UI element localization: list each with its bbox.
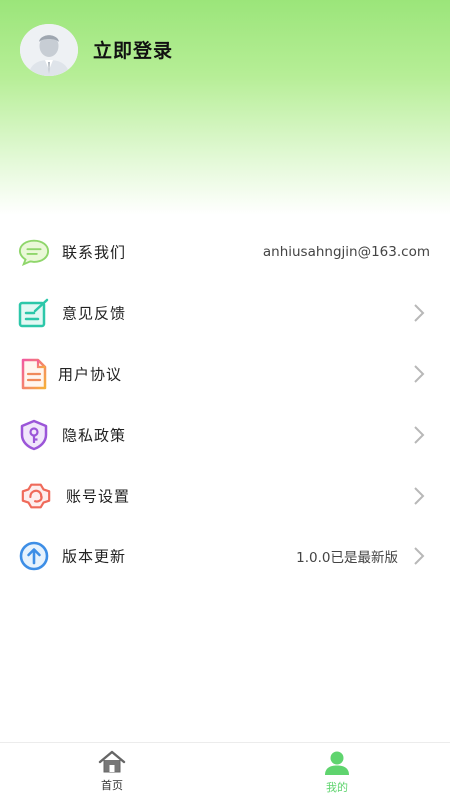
tab-mine[interactable]: 我的 xyxy=(277,743,397,800)
menu-label: 版本更新 xyxy=(62,547,127,566)
menu-label: 账号设置 xyxy=(66,487,131,506)
avatar[interactable] xyxy=(20,24,78,76)
menu-item-contact[interactable]: 联系我们 anhiusahngjin@163.com xyxy=(0,222,450,283)
user-avatar-icon xyxy=(20,24,78,76)
chat-bubble-icon xyxy=(18,236,50,268)
menu-item-feedback[interactable]: 意见反馈 xyxy=(0,283,450,344)
menu-label: 用户协议 xyxy=(58,365,123,384)
profile-header: 立即登录 xyxy=(0,0,450,215)
edit-note-icon xyxy=(18,297,50,329)
tab-home[interactable]: 首页 xyxy=(52,743,172,800)
version-status: 1.0.0已是最新版 xyxy=(296,550,398,567)
user-icon xyxy=(325,751,349,775)
menu-label: 意见反馈 xyxy=(62,304,127,323)
bottom-tab-bar: 首页 我的 xyxy=(0,742,450,800)
menu-label: 隐私政策 xyxy=(62,426,127,445)
chevron-right-icon xyxy=(414,426,425,444)
home-icon xyxy=(98,750,126,773)
chevron-right-icon xyxy=(414,304,425,322)
tab-label: 首页 xyxy=(101,779,123,792)
document-icon xyxy=(18,358,50,390)
login-link[interactable]: 立即登录 xyxy=(93,36,173,63)
menu-item-user-agreement[interactable]: 用户协议 xyxy=(0,344,450,405)
chevron-right-icon xyxy=(414,365,425,383)
settings-menu: 联系我们 anhiusahngjin@163.com 意见反馈 用户协议 隐私政… xyxy=(0,222,450,587)
menu-label: 联系我们 xyxy=(62,243,127,262)
upload-arrow-icon xyxy=(18,540,50,572)
menu-item-privacy-policy[interactable]: 隐私政策 xyxy=(0,404,450,465)
contact-email: anhiusahngjin@163.com xyxy=(262,244,430,261)
tab-label: 我的 xyxy=(326,781,348,794)
chevron-right-icon xyxy=(414,486,425,505)
menu-item-version-update[interactable]: 版本更新 1.0.0已是最新版 xyxy=(0,526,450,587)
chevron-right-icon xyxy=(414,547,425,566)
menu-item-account-settings[interactable]: 账号设置 xyxy=(0,465,450,526)
shield-key-icon xyxy=(18,419,50,451)
settings-gear-icon xyxy=(20,480,52,512)
